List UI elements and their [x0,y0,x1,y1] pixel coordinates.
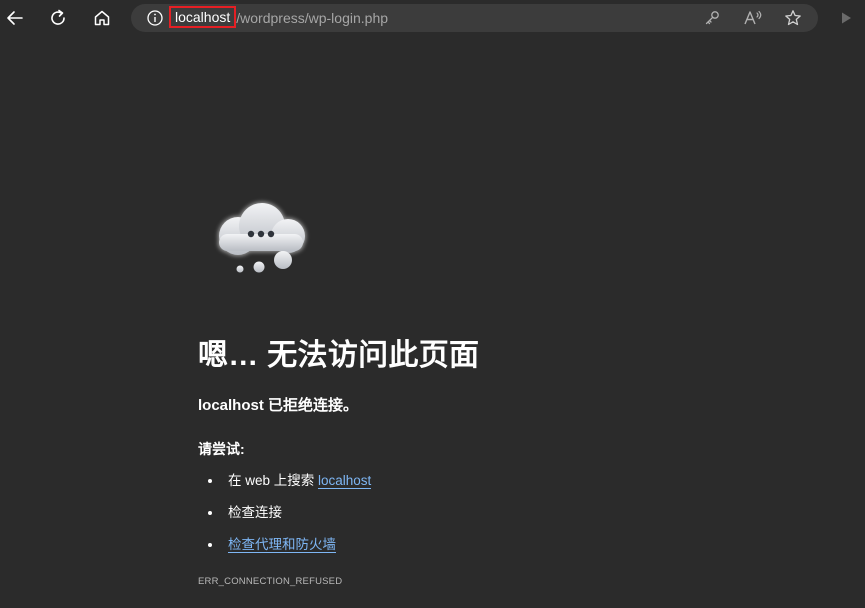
subtitle-host: localhost [198,397,264,414]
error-subtitle: localhost 已拒绝连接。 [198,394,358,415]
subtitle-message: 已拒绝连接。 [263,397,359,414]
page-title: 嗯… 无法访问此页面 [198,339,480,372]
suggestion-list: 在 web 上搜索 localhost 检查连接 检查代理和防火墙 [198,466,372,562]
error-page: 嗯… 无法访问此页面 localhost 已拒绝连接。 请尝试: 在 web 上… [198,0,818,608]
list-item: 检查连接 [198,498,371,530]
bullet [208,543,212,547]
home-icon[interactable] [90,6,114,30]
check-connection-text: 检查连接 [228,505,282,520]
search-prefix: 在 web 上搜索 [228,473,319,488]
refresh-icon[interactable] [46,6,70,30]
bullet [208,479,212,483]
play-icon[interactable] [834,6,858,30]
cloud-error-icon [206,196,314,276]
check-proxy-firewall-link[interactable]: 检查代理和防火墙 [228,537,336,553]
try-label: 请尝试: [198,441,245,457]
info-icon[interactable] [146,9,164,27]
search-localhost-link[interactable]: localhost [318,473,372,489]
back-arrow-icon[interactable] [3,6,27,30]
list-item: 在 web 上搜索 localhost [198,466,372,498]
error-code: ERR_CONNECTION_REFUSED [198,576,343,587]
bullet [208,511,212,515]
list-item: 检查代理和防火墙 [198,530,371,562]
